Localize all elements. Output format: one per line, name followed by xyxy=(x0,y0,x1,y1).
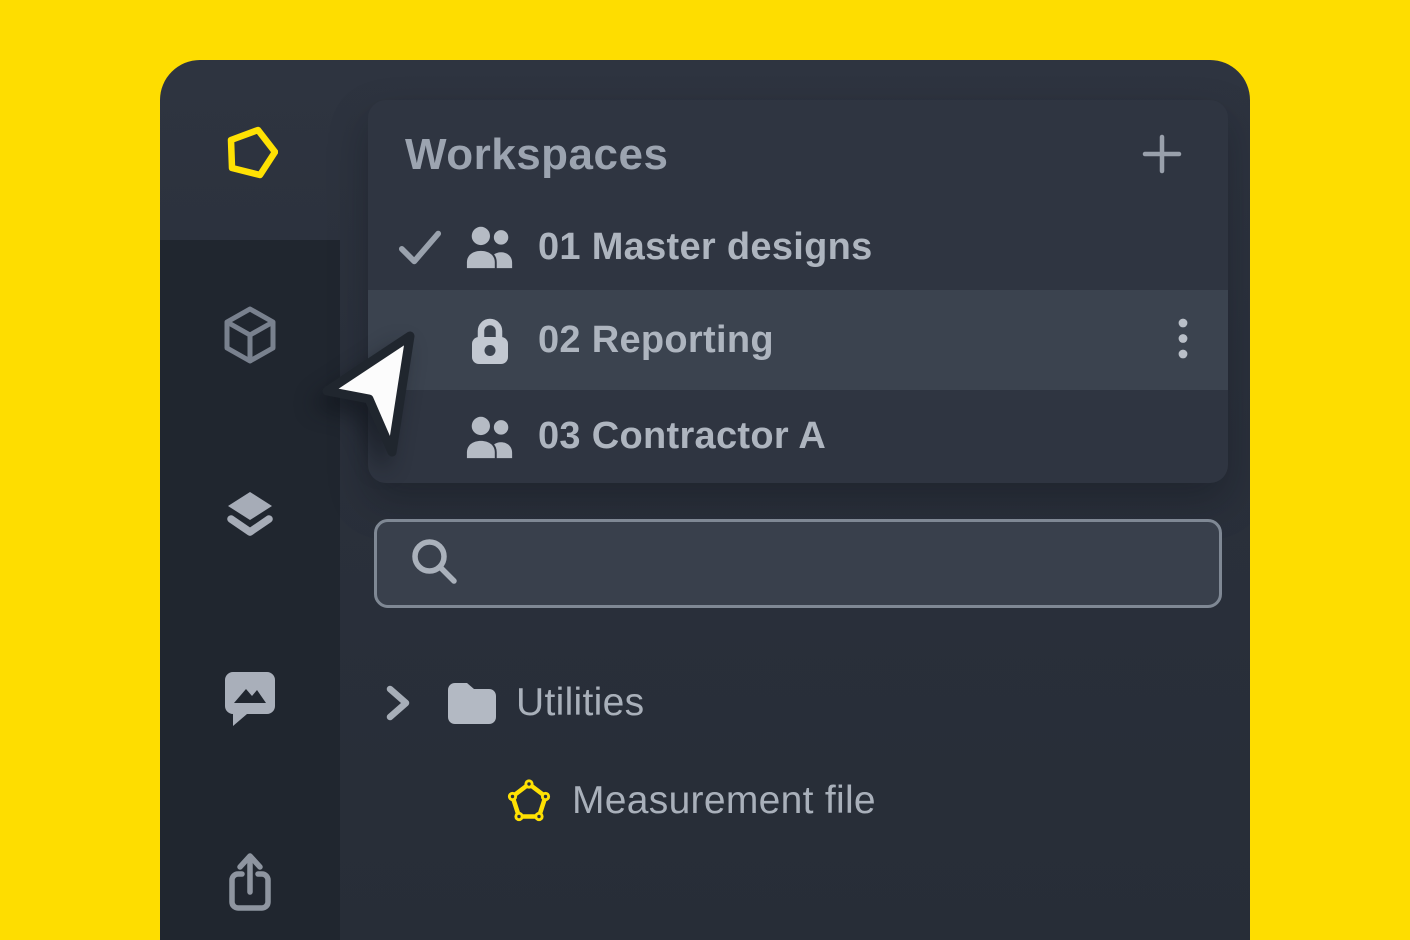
workspace-row-master-designs[interactable]: 01 Master designs xyxy=(368,204,1228,290)
sidebar-item-media-comments[interactable] xyxy=(160,671,340,729)
pentagon-logo-icon xyxy=(222,124,278,183)
sidebar-item-layers[interactable] xyxy=(160,490,340,540)
tree-file-measurement[interactable]: Measurement file xyxy=(504,772,876,830)
kebab-menu-icon xyxy=(1177,317,1189,364)
folder-icon xyxy=(448,682,496,724)
workspaces-title: Workspaces xyxy=(405,130,668,180)
team-icon xyxy=(465,415,515,459)
workspace-label: 03 Contractor A xyxy=(538,415,826,458)
mouse-cursor-arrow-icon xyxy=(312,322,424,471)
folder-label: Utilities xyxy=(516,681,644,725)
app-logo[interactable] xyxy=(160,123,340,183)
workspace-label: 02 Reporting xyxy=(538,319,774,362)
tree-folder-utilities[interactable]: Utilities xyxy=(384,672,644,734)
share-export-icon xyxy=(226,850,274,915)
workspace-row-reporting-selected[interactable]: 02 Reporting xyxy=(368,290,1228,390)
file-label: Measurement file xyxy=(572,779,876,823)
cube-3d-icon xyxy=(224,306,276,367)
check-icon xyxy=(398,228,442,266)
image-bubble-icon xyxy=(223,670,277,731)
add-workspace-button[interactable] xyxy=(1136,130,1188,181)
search-icon xyxy=(409,536,459,591)
search-field[interactable] xyxy=(374,519,1222,608)
chevron-right-icon xyxy=(384,684,412,722)
search-input[interactable] xyxy=(481,542,1195,586)
workspace-options-button[interactable] xyxy=(1171,313,1195,368)
team-icon xyxy=(465,225,515,269)
workspaces-panel: Workspaces xyxy=(368,100,1228,483)
app-panel: Workspaces xyxy=(160,60,1250,940)
layers-icon xyxy=(225,490,275,541)
sidebar-item-share[interactable] xyxy=(160,851,340,913)
lock-icon xyxy=(465,315,515,365)
workspace-label: 01 Master designs xyxy=(538,226,873,269)
plus-icon xyxy=(1142,134,1182,177)
workspace-row-contractor-a[interactable]: 03 Contractor A xyxy=(368,390,1228,483)
measurement-pentagon-icon xyxy=(504,776,554,826)
workspaces-header: Workspaces xyxy=(368,100,1228,204)
app-background: Workspaces xyxy=(0,0,1410,940)
